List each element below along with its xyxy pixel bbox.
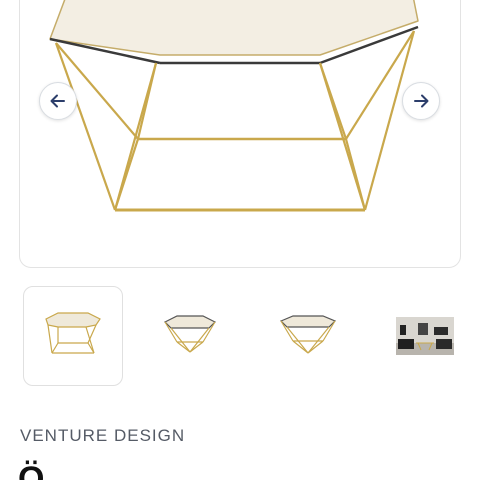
thumbnail-3[interactable] — [258, 286, 358, 386]
product-title: Ö — [18, 460, 45, 480]
arrow-left-icon — [50, 94, 65, 108]
arrow-right-icon — [414, 94, 429, 108]
previous-image-button[interactable] — [39, 82, 77, 120]
thumbnail-image — [45, 312, 101, 354]
thumbnail-1[interactable] — [23, 286, 123, 386]
main-image-card — [19, 0, 461, 268]
thumbnail-image — [279, 315, 337, 354]
thumbnail-image — [396, 317, 454, 355]
thumbnail-2[interactable] — [140, 286, 240, 386]
main-product-image — [49, 0, 419, 212]
brand-name[interactable]: VENTURE DESIGN — [20, 426, 185, 446]
thumbnail-4[interactable] — [375, 286, 475, 386]
thumbnail-image — [163, 315, 217, 353]
next-image-button[interactable] — [402, 82, 440, 120]
